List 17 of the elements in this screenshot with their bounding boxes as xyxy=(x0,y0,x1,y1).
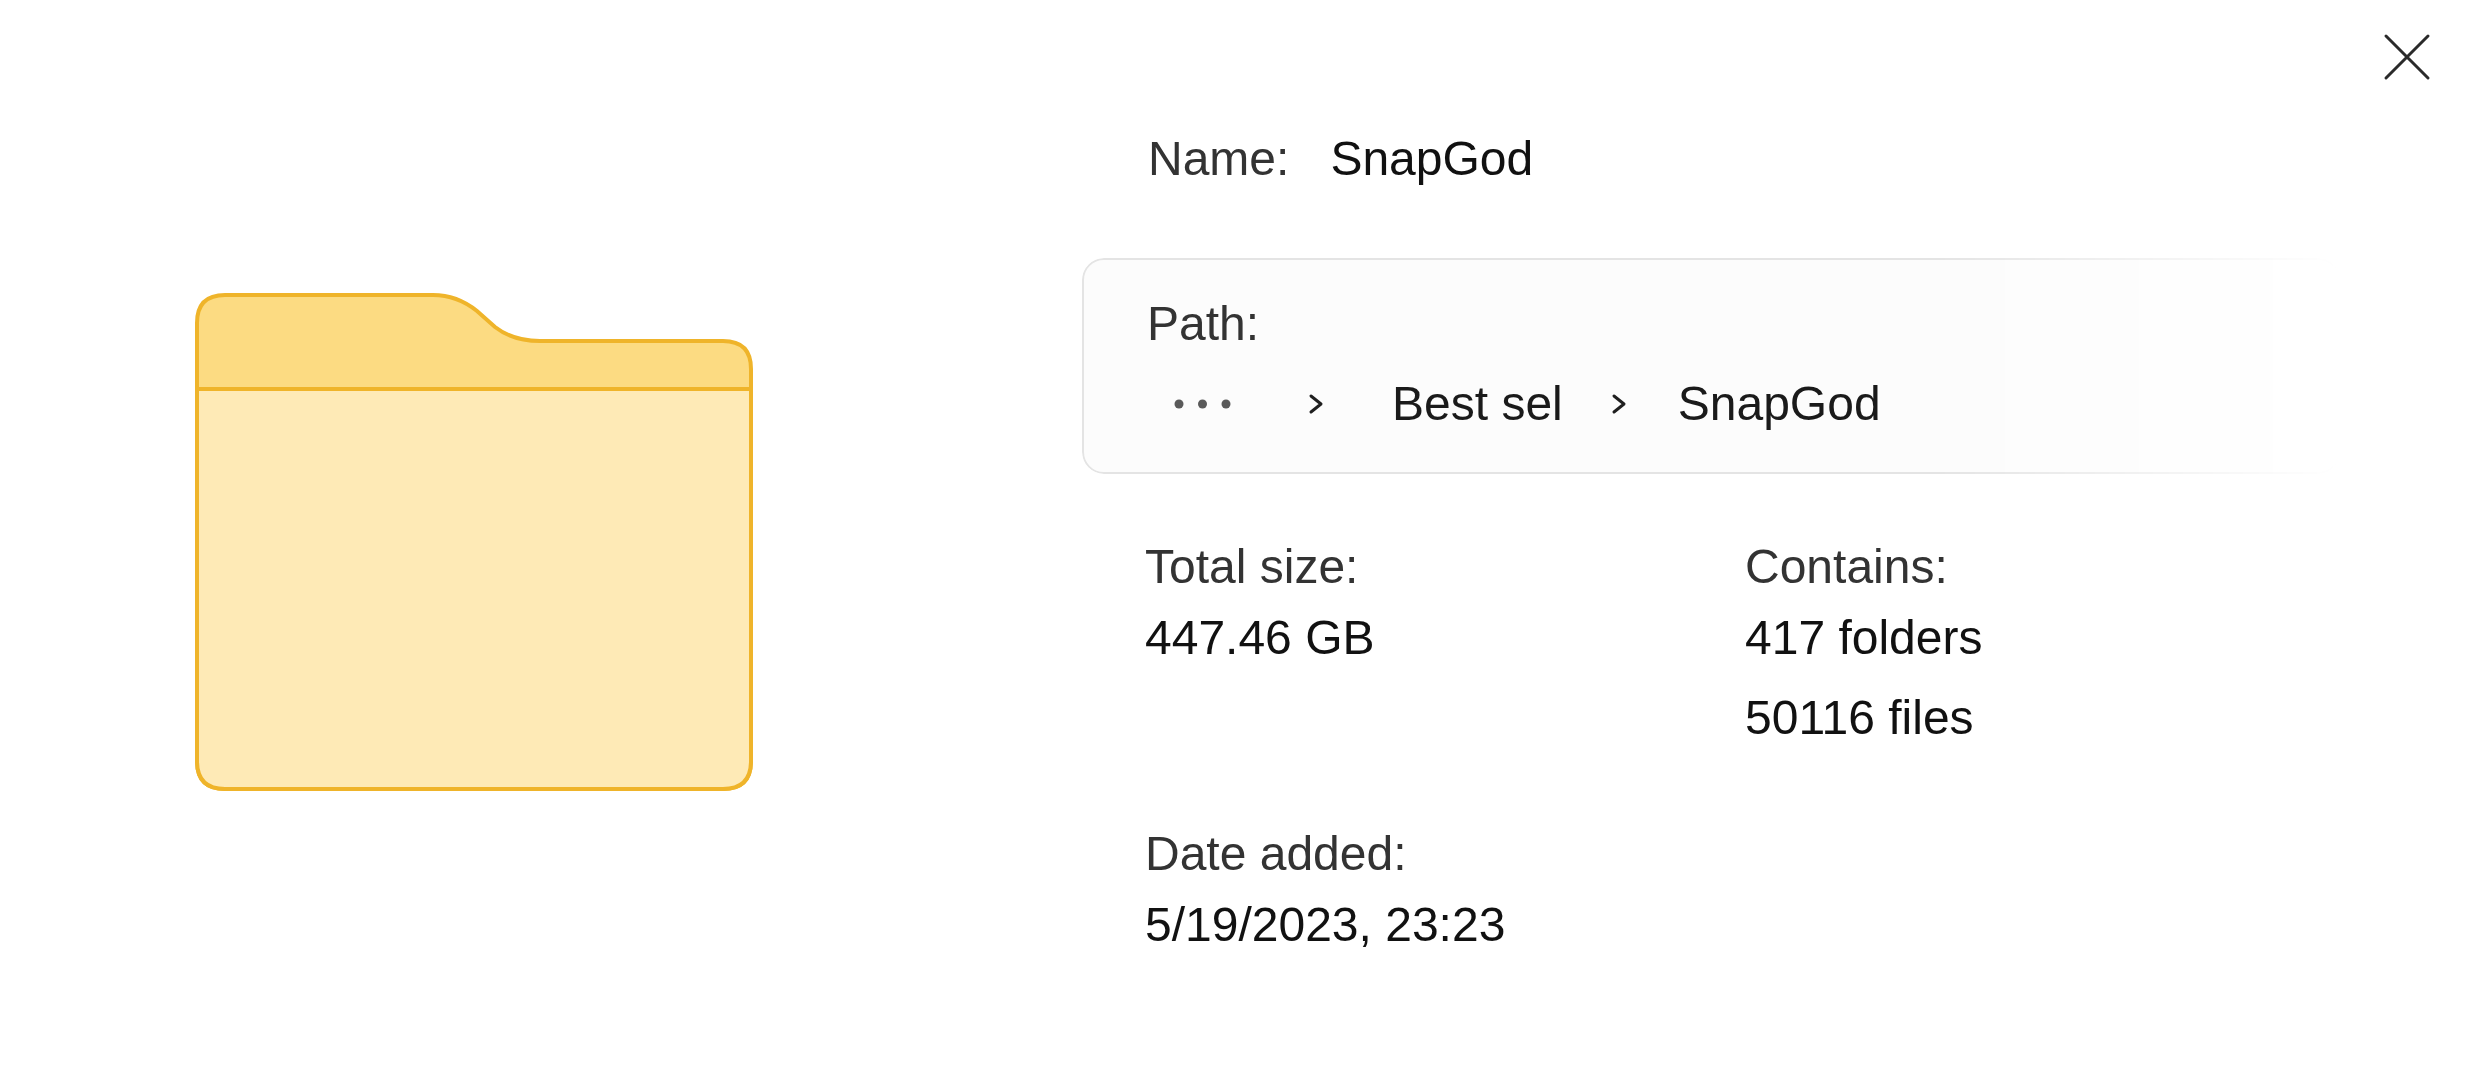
path-segment[interactable]: Best sel xyxy=(1392,376,1563,432)
property-label: Total size: xyxy=(1145,539,1359,595)
path-segment[interactable]: SnapGod xyxy=(1677,376,1881,432)
ellipsis-icon[interactable] xyxy=(1174,399,1231,409)
chevron-right-icon xyxy=(1610,393,1627,415)
property-label: Contains: xyxy=(1745,539,1948,595)
name-label: Name: xyxy=(1148,131,1290,187)
folder-icon xyxy=(194,292,756,794)
folder-name: SnapGod xyxy=(1330,131,1534,187)
chevron-right-icon xyxy=(1308,393,1324,415)
close-icon[interactable] xyxy=(2383,33,2431,81)
path-label: Path: xyxy=(1147,296,1260,352)
property-value: 50116 files xyxy=(1745,690,1975,746)
property-value: 417 folders xyxy=(1745,610,1983,666)
property-value: 447.46 GB xyxy=(1145,610,1375,666)
property-value: 5/19/2023, 23:23 xyxy=(1145,897,1506,953)
property-label: Date added: xyxy=(1145,826,1407,882)
